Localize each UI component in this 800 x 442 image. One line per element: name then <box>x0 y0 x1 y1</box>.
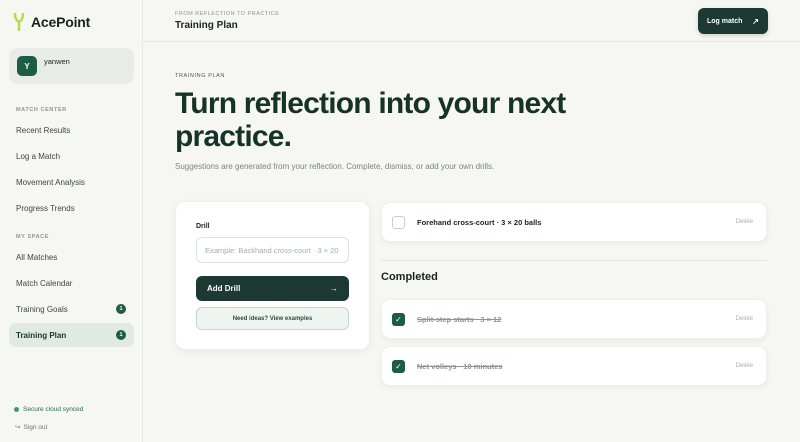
sidebar-item-recent-results[interactable]: Recent Results <box>9 118 134 142</box>
sign-out-icon: ↪ <box>15 424 21 431</box>
view-examples-button[interactable]: Need ideas? View examples <box>196 307 349 330</box>
sidebar-item-movement-analysis[interactable]: Movement Analysis <box>9 170 134 194</box>
checkmark-icon: ✓ <box>395 315 402 324</box>
brand-name: AcePoint <box>31 14 91 30</box>
section-label-match-center: MATCH CENTER <box>16 107 67 113</box>
arrow-up-right-icon: ↗ <box>752 16 759 26</box>
sidebar-item-label: Movement Analysis <box>16 177 85 187</box>
count-badge: 1 <box>116 330 126 340</box>
hero-title: Turn reflection into your next practice. <box>175 87 595 153</box>
avatar: Y <box>17 56 37 76</box>
sidebar-item-label: Match Calendar <box>16 278 73 288</box>
header-eyebrow: FROM REFLECTION TO PRACTICE <box>175 11 280 17</box>
add-drill-label: Add Drill <box>207 284 241 293</box>
section-label-my-space: MY SPACE <box>16 234 50 240</box>
sync-status: Secure cloud synced <box>14 406 83 413</box>
sign-out-text: Sign out <box>23 423 48 431</box>
divider <box>381 260 767 261</box>
drill-text: Split-step starts · 3 × 12 <box>417 315 502 324</box>
drill-checkbox-checked[interactable]: ✓ <box>392 313 405 326</box>
add-drill-button[interactable]: Add Drill → <box>196 276 349 301</box>
delete-button[interactable]: Delete <box>736 363 753 369</box>
hero-title-line-1: Turn reflection into your next <box>175 87 566 120</box>
sidebar-item-log-a-match[interactable]: Log a Match <box>9 144 134 168</box>
arrow-right-icon: → <box>330 284 338 293</box>
user-card[interactable]: Y yanwen <box>9 48 134 84</box>
drill-item-pending: Forehand cross-court · 3 × 20 balls Dele… <box>381 202 767 242</box>
drill-input[interactable] <box>196 237 349 263</box>
drill-text: Net volleys · 10 minutes <box>417 362 503 371</box>
drill-item-completed: ✓ Split-step starts · 3 × 12 Delete <box>381 299 767 339</box>
sidebar-item-label: Progress Trends <box>16 203 75 213</box>
delete-button[interactable]: Delete <box>736 316 753 322</box>
username: yanwen <box>44 57 70 66</box>
log-match-label: Log match <box>707 17 743 25</box>
sign-out-link[interactable]: ↪ Sign out <box>15 423 48 432</box>
add-drill-card: Drill Add Drill → Need ideas? View examp… <box>175 201 370 350</box>
sidebar-item-label: Training Goals <box>16 304 68 314</box>
top-header: FROM REFLECTION TO PRACTICE Training Pla… <box>143 0 800 42</box>
count-badge: 1 <box>116 304 126 314</box>
sidebar-item-all-matches[interactable]: All Matches <box>9 245 134 269</box>
delete-button[interactable]: Delete <box>736 219 753 225</box>
log-match-button[interactable]: Log match ↗ <box>698 8 768 34</box>
page-title: Training Plan <box>175 20 238 31</box>
brand[interactable]: AcePoint <box>12 13 90 31</box>
brand-logo-icon <box>13 13 25 31</box>
hero-subtitle: Suggestions are generated from your refl… <box>175 162 495 171</box>
checkmark-icon: ✓ <box>395 362 402 371</box>
drill-text: Forehand cross-court · 3 × 20 balls <box>417 218 542 227</box>
sidebar-item-label: Recent Results <box>16 125 71 135</box>
sidebar-item-training-plan[interactable]: Training Plan 1 <box>9 323 134 347</box>
sidebar-item-label: All Matches <box>16 252 58 262</box>
sidebar: AcePoint Y yanwen MATCH CENTER Recent Re… <box>0 0 143 442</box>
drill-label: Drill <box>196 223 210 230</box>
drill-item-completed: ✓ Net volleys · 10 minutes Delete <box>381 346 767 386</box>
drill-checkbox-checked[interactable]: ✓ <box>392 360 405 373</box>
completed-heading: Completed <box>381 271 438 283</box>
sidebar-item-label: Log a Match <box>16 151 61 161</box>
drill-checkbox[interactable] <box>392 216 405 229</box>
sidebar-item-match-calendar[interactable]: Match Calendar <box>9 271 134 295</box>
sync-dot-icon <box>14 407 19 412</box>
sync-status-text: Secure cloud synced <box>23 406 84 413</box>
sidebar-item-label: Training Plan <box>16 330 67 340</box>
sidebar-item-training-goals[interactable]: Training Goals 1 <box>9 297 134 321</box>
section-eyebrow: TRAINING PLAN <box>175 73 225 79</box>
hero-title-line-2: practice. <box>175 120 292 153</box>
sidebar-item-progress-trends[interactable]: Progress Trends <box>9 196 134 220</box>
